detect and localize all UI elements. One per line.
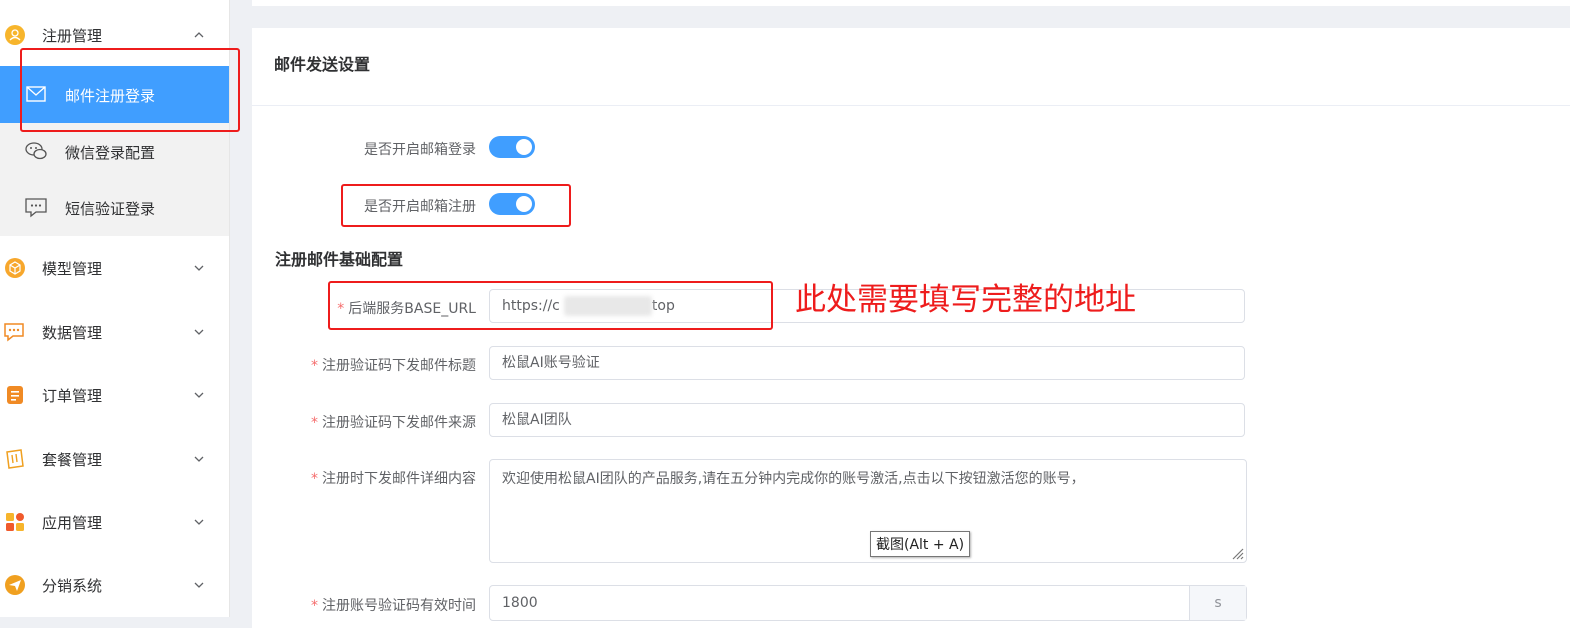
package-icon [2, 446, 28, 472]
code-expiry-label: * 注册账号验证码有效时间 [311, 598, 476, 614]
annotation-text: 此处需要填写完整的地址 [795, 282, 1136, 318]
paper-plane-icon [2, 572, 28, 598]
apps-icon [2, 509, 28, 535]
section-title: 注册邮件基础配置 [275, 250, 404, 269]
menu-group-apps[interactable]: 应用管理 [0, 494, 229, 550]
menu-group-orders[interactable]: 订单管理 [0, 367, 229, 423]
user-icon [2, 22, 28, 48]
chevron-down-icon [194, 265, 204, 271]
chevron-down-icon [194, 329, 204, 335]
required-mark: * [311, 598, 318, 614]
chevron-down-icon [194, 519, 204, 525]
cube-icon [2, 255, 28, 281]
menu-group-distribution[interactable]: 分销系统 [0, 557, 229, 613]
email-subject-label: * 注册验证码下发邮件标题 [311, 358, 476, 374]
email-sender-input[interactable]: 松鼠AI团队 [489, 403, 1245, 437]
top-panel [252, 0, 1570, 6]
code-expiry-input[interactable]: 1800 s [489, 585, 1247, 621]
menu-group-packages[interactable]: 套餐管理 [0, 431, 229, 487]
email-subject-input[interactable]: 松鼠AI账号验证 [489, 346, 1245, 380]
required-mark: * [311, 415, 318, 431]
email-content-textarea[interactable]: 欢迎使用松鼠AI团队的产品服务,请在五分钟内完成你的账号激活,点击以下按钮激活您… [489, 459, 1247, 563]
email-login-switch-label: 是否开启邮箱登录 [364, 142, 476, 158]
chevron-down-icon [194, 392, 204, 398]
resize-handle-icon[interactable] [1230, 546, 1244, 560]
email-login-switch[interactable] [489, 136, 535, 158]
email-sender-label: * 注册验证码下发邮件来源 [311, 415, 476, 431]
sms-icon [25, 198, 47, 218]
menu-group-models[interactable]: 模型管理 [0, 240, 229, 296]
highlight-box-email-menu [20, 48, 240, 132]
unit-suffix: s [1189, 586, 1246, 620]
highlight-box-base-url [328, 281, 773, 330]
email-content-label: * 注册时下发邮件详细内容 [311, 471, 476, 487]
required-mark: * [311, 358, 318, 374]
required-mark: * [311, 471, 318, 487]
chevron-down-icon [194, 582, 204, 588]
divider [252, 105, 1570, 106]
highlight-box-register-switch [341, 184, 571, 227]
sidebar-item-sms-login[interactable]: 短信验证登录 [0, 179, 229, 236]
wechat-icon [25, 142, 47, 160]
switch-knob [516, 139, 532, 155]
menu-group-data[interactable]: 数据管理 [0, 304, 229, 360]
chevron-up-icon [194, 32, 204, 38]
order-icon [2, 382, 28, 408]
chevron-down-icon [194, 456, 204, 462]
card-title: 邮件发送设置 [274, 55, 371, 74]
chat-data-icon [2, 319, 28, 345]
screenshot-tooltip: 截图(Alt + A) [870, 531, 971, 557]
